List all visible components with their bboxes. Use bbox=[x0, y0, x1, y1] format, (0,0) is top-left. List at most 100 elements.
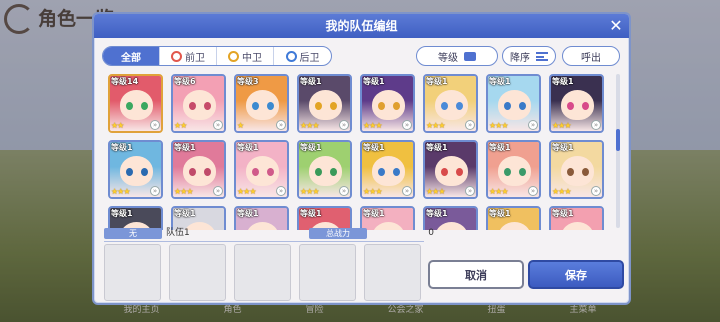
character-face bbox=[120, 90, 153, 120]
character-card[interactable]: 等级1 bbox=[423, 206, 478, 230]
character-card[interactable]: 等级6 ★★ » bbox=[171, 74, 226, 133]
character-eye bbox=[315, 102, 322, 110]
role-filter-tabs: 全部 前卫 中卫 后卫 bbox=[102, 46, 332, 66]
character-card[interactable]: 等级1 ★★★ » bbox=[297, 74, 352, 133]
save-button[interactable]: 保存 bbox=[528, 260, 624, 289]
rarity-stars-icon: ★★★ bbox=[552, 121, 571, 130]
character-face bbox=[498, 156, 531, 186]
character-level: 等级1 bbox=[111, 143, 133, 152]
character-card[interactable]: 等级1 ★★★ » bbox=[360, 140, 415, 199]
filter-tab-0[interactable]: 全部 bbox=[103, 47, 160, 65]
character-card[interactable]: 等级1 ★★★ » bbox=[423, 74, 478, 133]
character-card[interactable]: 等级1 bbox=[297, 206, 352, 230]
character-card[interactable]: 等级1 ★★★ » bbox=[171, 140, 226, 199]
call-out-label: 呼出 bbox=[581, 52, 601, 64]
filter-tab-2[interactable]: 中卫 bbox=[217, 47, 274, 65]
call-out-button[interactable]: 呼出 bbox=[562, 46, 620, 66]
character-level: 等级1 bbox=[111, 209, 133, 218]
character-level: 等级1 bbox=[426, 209, 448, 218]
rarity-stars-icon: ★★★ bbox=[489, 187, 508, 196]
sort-order-button[interactable]: 降序 bbox=[502, 46, 556, 66]
upgrade-arrow-icon: » bbox=[213, 186, 223, 196]
cancel-button[interactable]: 取消 bbox=[428, 260, 524, 289]
character-card[interactable]: 等级1 ★★★ » bbox=[486, 74, 541, 133]
level-icon bbox=[464, 51, 476, 61]
upgrade-arrow-icon: » bbox=[150, 186, 160, 196]
roster-scrollbar[interactable] bbox=[616, 74, 620, 228]
character-face bbox=[561, 156, 594, 186]
character-card[interactable]: 等级1 ★★★ » bbox=[486, 140, 541, 199]
character-card[interactable]: 等级1 ★★★ » bbox=[108, 140, 163, 199]
character-card[interactable]: 等级1 bbox=[360, 206, 415, 230]
team-divider bbox=[104, 241, 424, 242]
character-level: 等级1 bbox=[489, 209, 511, 218]
character-eye bbox=[441, 168, 448, 176]
character-card[interactable]: 等级3 ★ » bbox=[234, 74, 289, 133]
character-card[interactable]: 等级1 bbox=[234, 206, 289, 230]
character-level: 等级1 bbox=[426, 143, 448, 152]
rarity-stars-icon: ★★★ bbox=[363, 121, 382, 130]
total-power-label: 总战力 bbox=[309, 228, 367, 239]
filter-bar: 全部 前卫 中卫 后卫 等级 降序 呼出 bbox=[102, 46, 623, 68]
character-level: 等级1 bbox=[363, 77, 385, 86]
character-eye bbox=[441, 102, 448, 110]
team-slot[interactable] bbox=[364, 244, 421, 301]
character-eye bbox=[504, 168, 511, 176]
character-card[interactable]: 等级1 ★★★ » bbox=[423, 140, 478, 199]
mid-role-icon bbox=[228, 50, 239, 62]
character-eye bbox=[393, 168, 400, 176]
character-level: 等级3 bbox=[237, 77, 259, 86]
upgrade-arrow-icon: » bbox=[276, 120, 286, 130]
scrollbar-thumb[interactable] bbox=[616, 129, 620, 151]
team-slot[interactable] bbox=[104, 244, 161, 301]
rarity-stars-icon: ★★★ bbox=[300, 121, 319, 130]
character-eye bbox=[519, 168, 526, 176]
team-slot[interactable] bbox=[299, 244, 356, 301]
character-eye bbox=[330, 102, 337, 110]
filter-tab-label: 中卫 bbox=[242, 52, 262, 64]
sort-icon bbox=[536, 51, 548, 61]
character-eye bbox=[582, 168, 589, 176]
character-card[interactable]: 等级1 ★★★ » bbox=[549, 140, 604, 199]
character-card[interactable]: 等级1 ★★★ » bbox=[549, 74, 604, 133]
sort-field-button[interactable]: 等级 bbox=[416, 46, 498, 66]
character-level: 等级1 bbox=[489, 143, 511, 152]
rarity-stars-icon: ★★★ bbox=[363, 187, 382, 196]
character-face bbox=[183, 156, 216, 186]
character-eye bbox=[504, 102, 511, 110]
close-icon[interactable]: ✕ bbox=[605, 15, 627, 37]
character-eye bbox=[519, 102, 526, 110]
character-eye bbox=[393, 102, 400, 110]
filter-tab-3[interactable]: 后卫 bbox=[274, 47, 331, 65]
character-eye bbox=[330, 168, 337, 176]
character-card[interactable]: 等级1 bbox=[171, 206, 226, 230]
character-card[interactable]: 等级14 ★★ » bbox=[108, 74, 163, 133]
character-eye bbox=[189, 102, 196, 110]
sort-field-label: 等级 bbox=[438, 52, 458, 64]
character-card[interactable]: 等级1 bbox=[486, 206, 541, 230]
team-slot[interactable] bbox=[234, 244, 291, 301]
rarity-stars-icon: ★★ bbox=[111, 121, 124, 130]
rarity-stars-icon: ★ bbox=[237, 121, 244, 130]
character-card[interactable]: 等级1 bbox=[549, 206, 604, 230]
character-eye bbox=[126, 102, 133, 110]
character-card[interactable]: 等级1 ★★★ » bbox=[297, 140, 352, 199]
team-slot[interactable] bbox=[169, 244, 226, 301]
character-card[interactable]: 等级1 ★★★ » bbox=[234, 140, 289, 199]
upgrade-arrow-icon: » bbox=[276, 186, 286, 196]
character-eye bbox=[267, 102, 274, 110]
character-level: 等级1 bbox=[237, 143, 259, 152]
character-roster: 等级14 ★★» 等级6 ★★» 等级3 ★» 等级1 ★★★» 等级1 ★★★» 等级1 ★★★» 等… bbox=[108, 74, 614, 230]
filter-tab-1[interactable]: 前卫 bbox=[160, 47, 217, 65]
character-eye bbox=[141, 102, 148, 110]
character-card[interactable]: 等级1 ★★★ » bbox=[360, 74, 415, 133]
rarity-stars-icon: ★★ bbox=[174, 121, 187, 130]
rarity-stars-icon: ★★★ bbox=[300, 187, 319, 196]
character-level: 等级1 bbox=[300, 77, 322, 86]
character-face bbox=[246, 156, 279, 186]
rarity-stars-icon: ★★★ bbox=[426, 187, 445, 196]
character-card[interactable]: 等级1 bbox=[108, 206, 163, 230]
upgrade-arrow-icon: » bbox=[213, 120, 223, 130]
character-level: 等级1 bbox=[489, 77, 511, 86]
character-face bbox=[183, 90, 216, 120]
